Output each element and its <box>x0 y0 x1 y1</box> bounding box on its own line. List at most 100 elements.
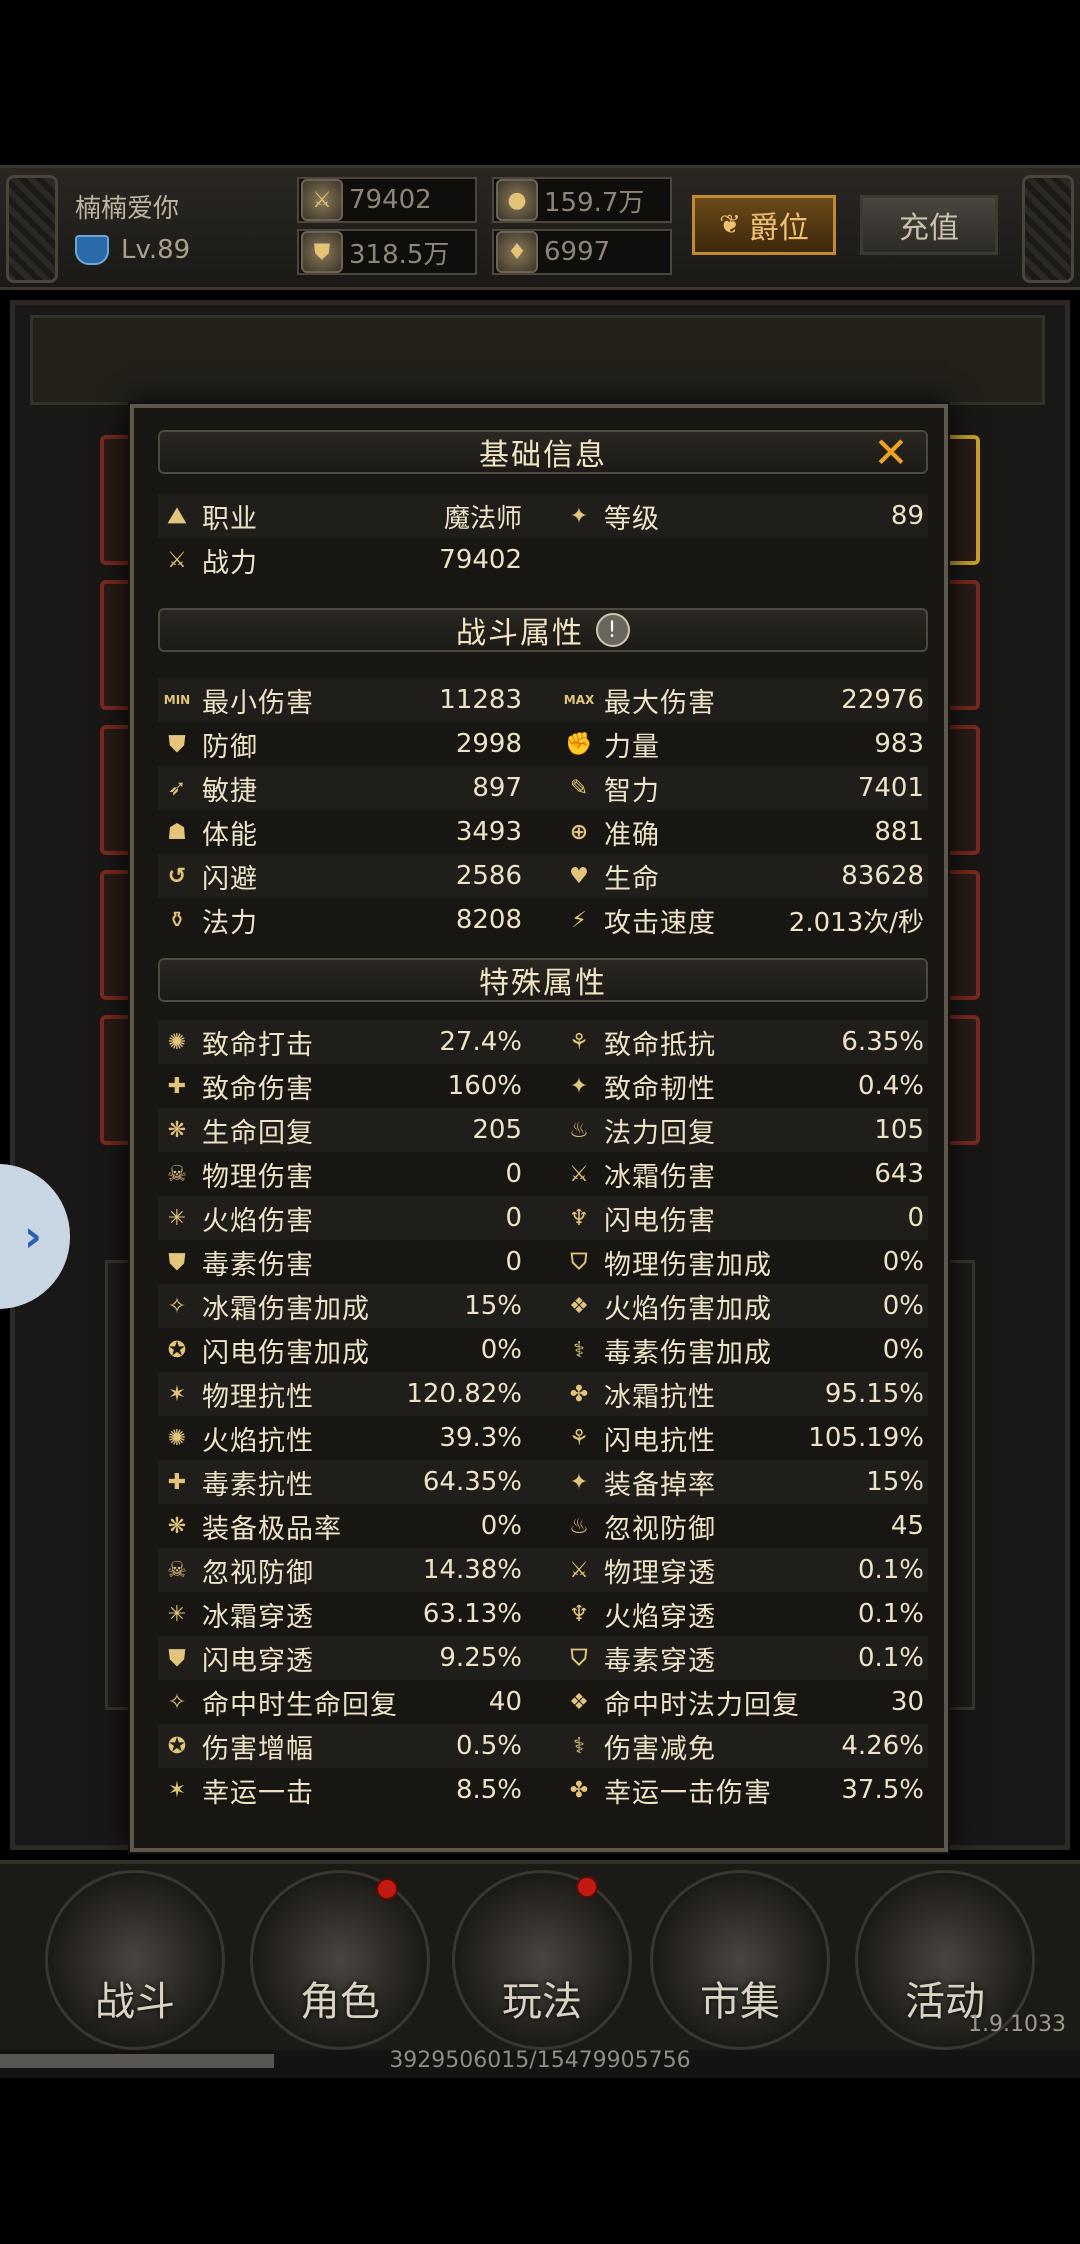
attribute-icon: ✤ <box>569 1381 589 1407</box>
attribute-cell: ⚔ 冰霜伤害 643 <box>564 1152 924 1196</box>
attribute-cell: ✧ 命中时生命回复 40 <box>162 1680 522 1724</box>
attribute-value: 63.13% <box>422 1599 522 1629</box>
nav-battle[interactable]: 战斗 <box>45 1870 225 2050</box>
attribute-icon: ♆ <box>569 1205 589 1231</box>
basic-info-row: ⛰ 职业 魔法师 ✦ 等级 89 <box>158 494 928 538</box>
attribute-icon: ⛉ <box>570 1645 588 1671</box>
attribute-cell: ❖ 火焰伤害加成 0% <box>564 1284 924 1328</box>
nav-character[interactable]: 角色 <box>250 1870 430 2050</box>
attribute-value: 14.38% <box>422 1555 522 1585</box>
attributes-modal: 基础信息 ✕ ⛰ 职业 魔法师 ✦ 等级 89 ⚔ 战力 79402 战斗属性 … <box>130 404 948 1852</box>
attribute-label: 准确 <box>604 819 660 851</box>
attribute-value: 7401 <box>857 773 924 803</box>
attribute-label: 敏捷 <box>202 775 258 807</box>
attribute-icon: ✧ <box>167 1689 187 1715</box>
attribute-value: 897 <box>472 773 522 803</box>
attribute-icon: ❖ <box>569 1689 589 1715</box>
attribute-cell: ⚔ 物理穿透 0.1% <box>564 1548 924 1592</box>
attribute-icon: ✺ <box>167 1029 187 1055</box>
crossed-swords-icon: ⚔ <box>167 547 187 573</box>
attribute-cell: ♥ 生命 83628 <box>564 854 924 898</box>
attribute-icon: ✚ <box>167 1073 187 1099</box>
notification-dot <box>576 1876 598 1898</box>
attribute-value: 6.35% <box>841 1027 924 1057</box>
attribute-value: 4.26% <box>841 1731 924 1761</box>
attribute-value: 0% <box>882 1247 924 1277</box>
attribute-value: 0.1% <box>857 1643 924 1673</box>
attribute-label: 最大伤害 <box>604 687 716 719</box>
class-shield-icon <box>75 235 109 265</box>
attribute-label: 攻击速度 <box>604 907 716 939</box>
attribute-value: 120.82% <box>406 1379 522 1409</box>
combat-attribute-row: ➶ 敏捷 897 ✎ 智力 7401 <box>158 766 928 810</box>
rank-button[interactable]: ❦ 爵位 <box>692 195 836 255</box>
gem-plus-icon: ♦ <box>496 231 538 273</box>
combat-attribute-row: ☗ 体能 3493 ⊕ 准确 881 <box>158 810 928 854</box>
attribute-icon: ✳ <box>167 1205 187 1231</box>
notification-dot <box>376 1878 398 1900</box>
attribute-cell: ✪ 闪电伤害加成 0% <box>162 1328 522 1372</box>
attribute-icon: ⛊ <box>168 731 186 757</box>
attribute-icon: ❖ <box>569 1293 589 1319</box>
attribute-cell: MIN 最小伤害 11283 <box>162 678 522 722</box>
recharge-button[interactable]: 充值 <box>860 195 998 255</box>
attribute-label: 法力 <box>202 907 258 939</box>
attribute-value: 3493 <box>455 817 522 847</box>
class-icon: ⛰ <box>167 503 187 529</box>
bottom-blank-area <box>0 2080 1080 2244</box>
attribute-label: 冰霜抗性 <box>604 1381 716 1413</box>
attribute-value: 83628 <box>841 861 924 891</box>
attribute-label: 最小伤害 <box>202 687 314 719</box>
attribute-label: 冰霜穿透 <box>202 1601 314 1633</box>
attribute-label: 物理抗性 <box>202 1381 314 1413</box>
attribute-label: 火焰伤害加成 <box>604 1293 772 1325</box>
background-title-bar <box>30 315 1045 405</box>
attribute-cell: ✤ 冰霜抗性 95.15% <box>564 1372 924 1416</box>
player-level: Lv.89 <box>121 235 191 265</box>
attribute-icon: ✎ <box>569 775 589 801</box>
attribute-icon: ✊ <box>565 731 593 757</box>
attribute-label: 装备掉率 <box>604 1469 716 1501</box>
attribute-label: 忽视防御 <box>604 1513 716 1545</box>
attribute-value: 983 <box>874 729 924 759</box>
info-icon[interactable]: ! <box>596 613 630 647</box>
attribute-value: 105.19% <box>808 1423 924 1453</box>
attribute-icon: ✤ <box>569 1777 589 1803</box>
resource-gold: ● 159.7万 <box>492 177 672 223</box>
attribute-icon: ⛊ <box>168 1249 186 1275</box>
attribute-value: 2.013次/秒 <box>788 907 924 938</box>
resource-gems[interactable]: ♦ 6997 <box>492 229 672 275</box>
attribute-value: 643 <box>874 1159 924 1189</box>
resource-armor: ⛊ 318.5万 <box>297 229 477 275</box>
special-attribute-row: ⛊ 毒素伤害 0 ⛉ 物理伤害加成 0% <box>158 1240 928 1284</box>
special-attribute-row: ⛊ 闪电穿透 9.25% ⛉ 毒素穿透 0.1% <box>158 1636 928 1680</box>
nav-market[interactable]: 市集 <box>650 1870 830 2050</box>
attribute-cell: ♨ 法力回复 105 <box>564 1108 924 1152</box>
attribute-cell: ✶ 物理抗性 120.82% <box>162 1372 522 1416</box>
close-button[interactable]: ✕ <box>872 432 912 474</box>
attribute-icon: ↺ <box>167 863 187 889</box>
attribute-icon: ⚡ <box>571 907 587 933</box>
special-attribute-row: ✺ 致命打击 27.4% ⚘ 致命抵抗 6.35% <box>158 1020 928 1064</box>
attribute-cell: ☗ 体能 3493 <box>162 810 522 854</box>
nav-gameplay[interactable]: 玩法 <box>452 1870 632 2050</box>
attribute-cell: ✺ 火焰抗性 39.3% <box>162 1416 522 1460</box>
attribute-cell: ⛊ 闪电穿透 9.25% <box>162 1636 522 1680</box>
attribute-cell: ♆ 闪电伤害 0 <box>564 1196 924 1240</box>
attribute-value: 8.5% <box>455 1775 522 1805</box>
attribute-value: 881 <box>874 817 924 847</box>
attribute-cell: ✶ 幸运一击 8.5% <box>162 1768 522 1812</box>
attribute-label: 冰霜伤害 <box>604 1161 716 1193</box>
attribute-cell: ⚘ 闪电抗性 105.19% <box>564 1416 924 1460</box>
attribute-cell: ⛉ 物理伤害加成 0% <box>564 1240 924 1284</box>
attribute-label: 命中时法力回复 <box>604 1689 800 1721</box>
attribute-value: 0 <box>505 1247 522 1277</box>
attribute-label: 忽视防御 <box>202 1557 314 1589</box>
attribute-label: 致命抵抗 <box>604 1029 716 1061</box>
attribute-cell: ✊ 力量 983 <box>564 722 924 766</box>
special-attribute-row: ☠ 忽视防御 14.38% ⚔ 物理穿透 0.1% <box>158 1548 928 1592</box>
special-attribute-row: ✧ 命中时生命回复 40 ❖ 命中时法力回复 30 <box>158 1680 928 1724</box>
player-name: 楠楠爱你 <box>75 194 180 224</box>
attribute-cell: ❖ 命中时法力回复 30 <box>564 1680 924 1724</box>
attribute-icon: ✦ <box>569 1073 589 1099</box>
